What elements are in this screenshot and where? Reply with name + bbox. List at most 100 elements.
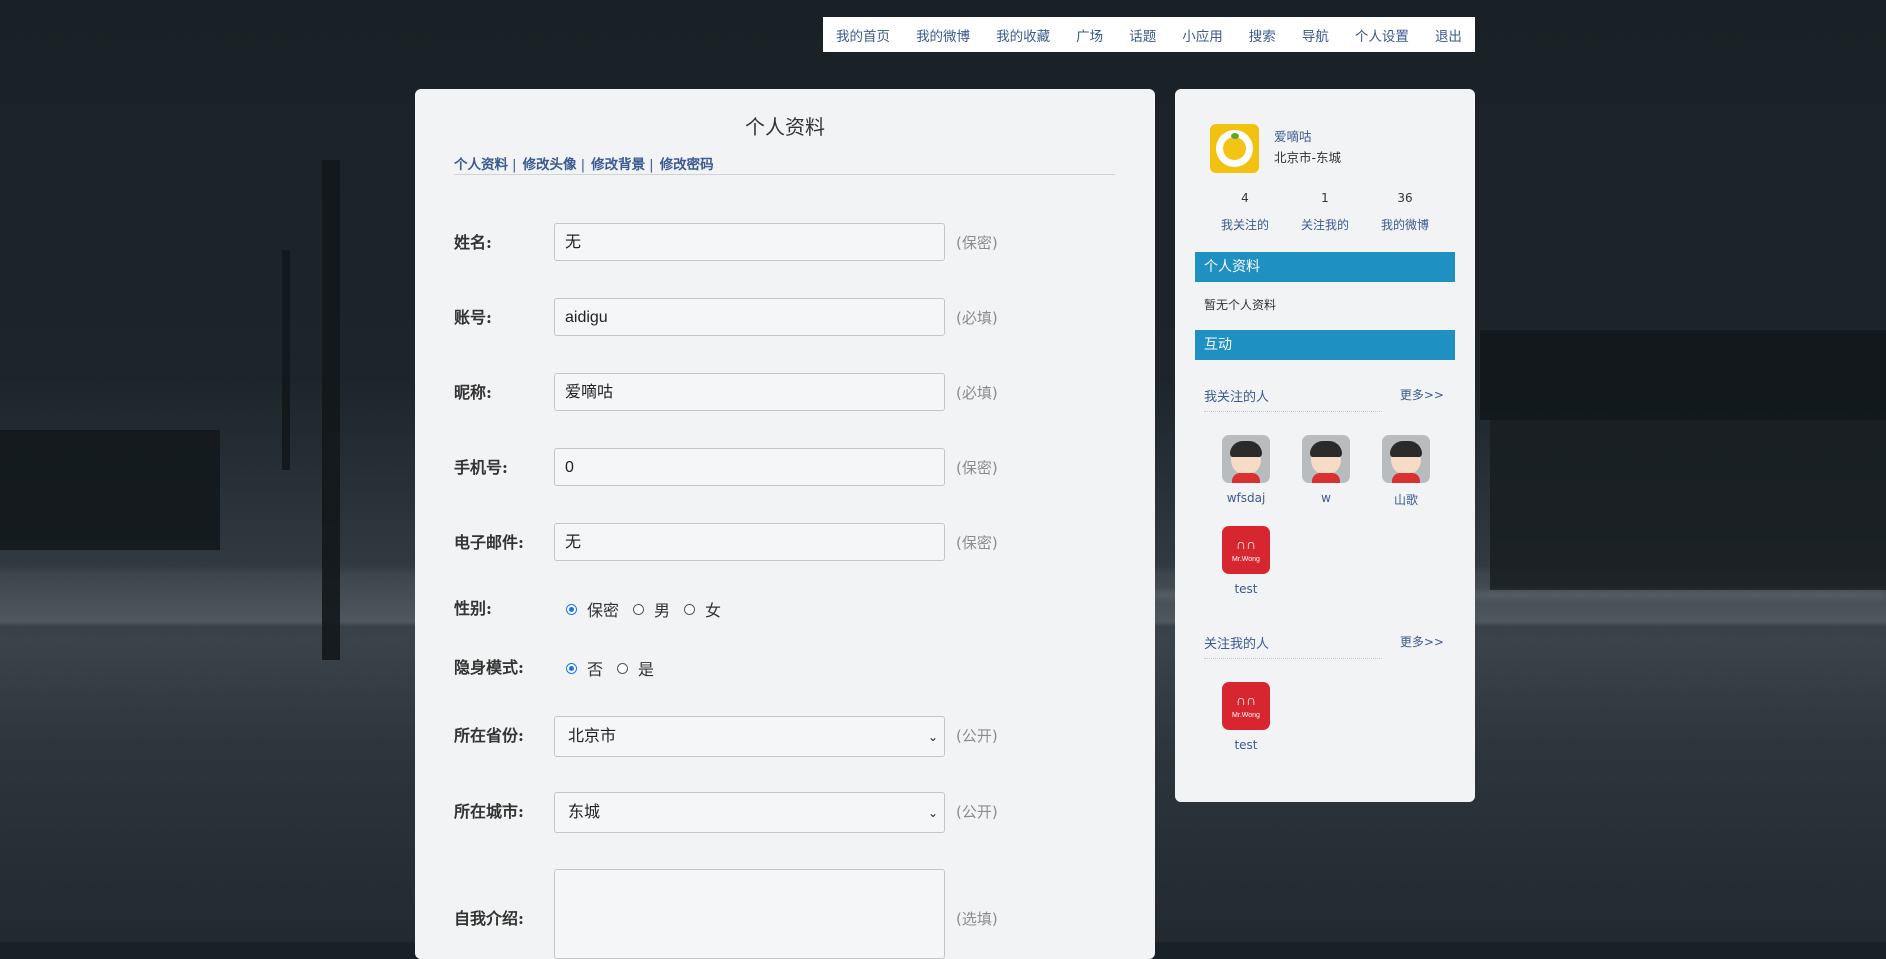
name-label: 姓名: bbox=[454, 233, 492, 252]
stat-label: 我关注的 bbox=[1220, 218, 1269, 232]
stat-followers[interactable]: 1 关注我的 bbox=[1285, 191, 1365, 233]
city-value: 东城 bbox=[568, 803, 601, 821]
intro-row: 自我介绍: (选填) bbox=[454, 869, 1054, 959]
phone-label: 手机号: bbox=[454, 458, 508, 477]
account-label: 账号: bbox=[454, 308, 492, 327]
email-row: 电子邮件: 无 (保密) bbox=[454, 523, 1054, 563]
nav-search[interactable]: 搜索 bbox=[1249, 25, 1276, 45]
bg-pole bbox=[322, 160, 340, 660]
profile-panel: 个人资料 个人资料 | 修改头像 | 修改背景 | 修改密码 姓名: 无 (保密) 账号: … bbox=[415, 89, 1155, 959]
chevron-down-icon: ⌄ bbox=[927, 805, 938, 820]
account-row: 账号: aidigu (必填) bbox=[454, 298, 1054, 338]
stat-number: 36 bbox=[1397, 191, 1413, 205]
gender-option-label: 男 bbox=[654, 601, 671, 620]
invisible-label: 隐身模式: bbox=[454, 658, 524, 677]
province-row: 所在省份: 北京市 ⌄ (公开) bbox=[454, 716, 1054, 757]
following-item[interactable]: ∩∩ Mr.Wong test bbox=[1211, 526, 1281, 596]
nav-favorites[interactable]: 我的收藏 bbox=[996, 25, 1050, 45]
gender-radio-female[interactable] bbox=[684, 603, 696, 615]
following-name: w bbox=[1321, 491, 1331, 505]
following-more-link[interactable]: 更多>> bbox=[1400, 386, 1444, 403]
account-input[interactable]: aidigu bbox=[554, 298, 945, 336]
mw-logo-icon: ∩∩ bbox=[1235, 692, 1257, 708]
province-label: 所在省份: bbox=[454, 726, 524, 745]
subnav-avatar[interactable]: 修改头像 bbox=[523, 157, 577, 173]
profile-empty-text: 暂无个人资料 bbox=[1204, 298, 1277, 312]
stat-label: 我的微博 bbox=[1380, 218, 1429, 232]
city-note: (公开) bbox=[956, 803, 998, 821]
user-avatar bbox=[1222, 435, 1270, 483]
subnav-background[interactable]: 修改背景 bbox=[591, 157, 645, 173]
invisible-radio-yes[interactable] bbox=[617, 662, 629, 674]
following-item[interactable]: 山歌 bbox=[1371, 435, 1441, 508]
nickname-input[interactable]: 爱嘀咕 bbox=[554, 373, 945, 411]
chevron-down-icon: ⌄ bbox=[927, 729, 938, 744]
following-title: 我关注的人 bbox=[1204, 390, 1270, 405]
stat-number: 4 bbox=[1241, 191, 1249, 205]
user-avatar: ∩∩ Mr.Wong bbox=[1222, 682, 1270, 730]
province-select[interactable]: 北京市 ⌄ bbox=[554, 716, 945, 757]
user-avatar[interactable] bbox=[1210, 124, 1259, 173]
divider bbox=[1204, 658, 1382, 659]
name-input[interactable]: 无 bbox=[554, 223, 945, 261]
subnav-separator: | bbox=[580, 157, 586, 173]
subnav-separator: | bbox=[649, 157, 654, 173]
user-avatar bbox=[1382, 435, 1430, 483]
bg-roof bbox=[0, 430, 220, 550]
badge-text: Mr.Wong bbox=[1232, 712, 1260, 719]
nav-apps[interactable]: 小应用 bbox=[1182, 25, 1223, 45]
bg-pole bbox=[282, 250, 290, 470]
divider bbox=[1204, 411, 1382, 412]
following-name: test bbox=[1234, 582, 1258, 596]
email-label: 电子邮件: bbox=[454, 533, 524, 552]
stat-label: 关注我的 bbox=[1300, 218, 1349, 232]
user-avatar bbox=[1302, 435, 1350, 483]
following-name: 山歌 bbox=[1393, 493, 1418, 507]
nav-my-weibo[interactable]: 我的微博 bbox=[916, 25, 970, 45]
nav-guide[interactable]: 导航 bbox=[1302, 25, 1329, 45]
city-row: 所在城市: 东城 ⌄ (公开) bbox=[454, 792, 1054, 833]
invisible-options: 否 是 bbox=[566, 648, 668, 688]
nav-settings[interactable]: 个人设置 bbox=[1355, 25, 1409, 45]
lemon-icon bbox=[1223, 137, 1246, 160]
phone-input[interactable]: 0 bbox=[554, 448, 945, 486]
name-note: (保密) bbox=[956, 234, 998, 252]
following-item[interactable]: w bbox=[1291, 435, 1361, 505]
user-avatar: ∩∩ Mr.Wong bbox=[1222, 526, 1270, 574]
stat-posts[interactable]: 36 我的微博 bbox=[1365, 191, 1445, 233]
subnav-password[interactable]: 修改密码 bbox=[660, 157, 714, 173]
profile-subnav: 个人资料 | 修改头像 | 修改背景 | 修改密码 bbox=[454, 153, 1115, 175]
bg-roof bbox=[1480, 330, 1886, 420]
followers-more-link[interactable]: 更多>> bbox=[1400, 633, 1444, 650]
nav-home[interactable]: 我的首页 bbox=[836, 25, 890, 45]
province-note: (公开) bbox=[956, 727, 998, 745]
subnav-profile[interactable]: 个人资料 bbox=[454, 157, 508, 173]
phone-note: (保密) bbox=[956, 459, 998, 477]
followers-title: 关注我的人 bbox=[1204, 637, 1270, 652]
province-value: 北京市 bbox=[568, 727, 617, 745]
invisible-radio-no[interactable] bbox=[566, 662, 577, 674]
nickname-note: (必填) bbox=[956, 384, 998, 402]
email-input[interactable]: 无 bbox=[554, 523, 945, 561]
nav-logout[interactable]: 退出 bbox=[1435, 25, 1462, 45]
stat-following[interactable]: 4 我关注的 bbox=[1205, 191, 1285, 233]
phone-row: 手机号: 0 (保密) bbox=[454, 448, 1054, 488]
leaf-icon bbox=[1231, 133, 1239, 139]
nav-square[interactable]: 广场 bbox=[1076, 25, 1103, 45]
intro-textarea[interactable] bbox=[554, 869, 945, 959]
user-name[interactable]: 爱嘀咕 bbox=[1274, 126, 1312, 145]
nav-topics[interactable]: 话题 bbox=[1129, 25, 1156, 45]
intro-label: 自我介绍: bbox=[454, 909, 524, 928]
gender-option-label: 保密 bbox=[587, 601, 620, 620]
gender-radio-secret[interactable] bbox=[566, 603, 577, 615]
follower-item[interactable]: ∩∩ Mr.Wong test bbox=[1211, 682, 1281, 752]
name-row: 姓名: 无 (保密) bbox=[454, 223, 1054, 263]
following-item[interactable]: wfsdaj bbox=[1211, 435, 1281, 505]
gender-radio-male[interactable] bbox=[633, 603, 645, 615]
stat-number: 1 bbox=[1321, 191, 1329, 205]
nickname-row: 昵称: 爱嘀咕 (必填) bbox=[454, 373, 1054, 413]
intro-note: (选填) bbox=[956, 910, 998, 928]
city-select[interactable]: 东城 ⌄ bbox=[554, 792, 945, 833]
nickname-label: 昵称: bbox=[454, 383, 492, 402]
following-header: 我关注的人 更多>> bbox=[1204, 386, 1444, 412]
